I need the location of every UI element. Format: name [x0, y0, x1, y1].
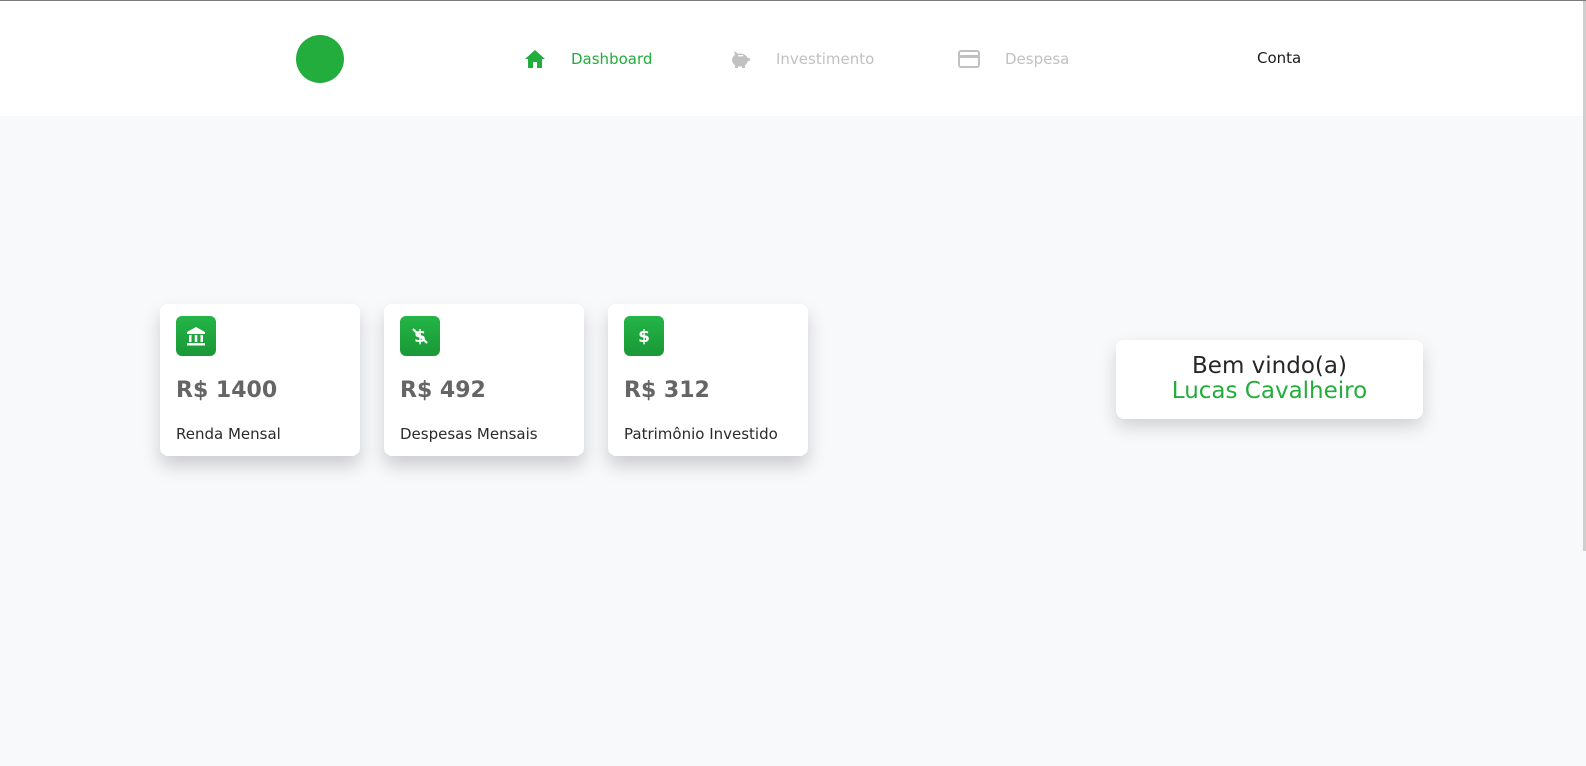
credit-card-icon [957, 47, 981, 71]
welcome-user-name: Lucas Cavalheiro [1171, 378, 1368, 404]
card-label: Despesas Mensais [400, 425, 538, 443]
card-value: R$ 1400 [176, 378, 278, 403]
summary-card-despesas: $ R$ 492 Despesas Mensais [384, 304, 584, 456]
nav-label-despesa: Despesa [1005, 50, 1070, 68]
top-navbar: Dashboard Investimento Despesa Conta [0, 1, 1586, 116]
logo[interactable] [296, 35, 344, 83]
card-label: Patrimônio Investido [624, 425, 778, 443]
svg-text:$: $ [638, 327, 650, 347]
dollar-icon: $ [624, 316, 664, 356]
nav-label-investimento: Investimento [776, 50, 875, 68]
nav-item-dashboard[interactable]: Dashboard [523, 45, 652, 73]
card-label: Renda Mensal [176, 425, 281, 443]
card-value: R$ 312 [624, 378, 710, 403]
welcome-greeting: Bem vindo(a) [1192, 353, 1347, 379]
welcome-card: Bem vindo(a) Lucas Cavalheiro [1116, 340, 1423, 419]
account-link[interactable]: Conta [1257, 49, 1301, 67]
summary-card-renda: R$ 1400 Renda Mensal [160, 304, 360, 456]
home-icon [523, 47, 547, 71]
nav-item-despesa[interactable]: Despesa [957, 45, 1069, 73]
piggy-bank-icon [728, 47, 752, 71]
nav-label-dashboard: Dashboard [571, 50, 653, 68]
card-value: R$ 492 [400, 378, 486, 403]
nav-item-investimento[interactable]: Investimento [728, 45, 874, 73]
bank-icon [176, 316, 216, 356]
money-off-icon: $ [400, 316, 440, 356]
summary-card-patrimonio: $ R$ 312 Patrimônio Investido [608, 304, 808, 456]
